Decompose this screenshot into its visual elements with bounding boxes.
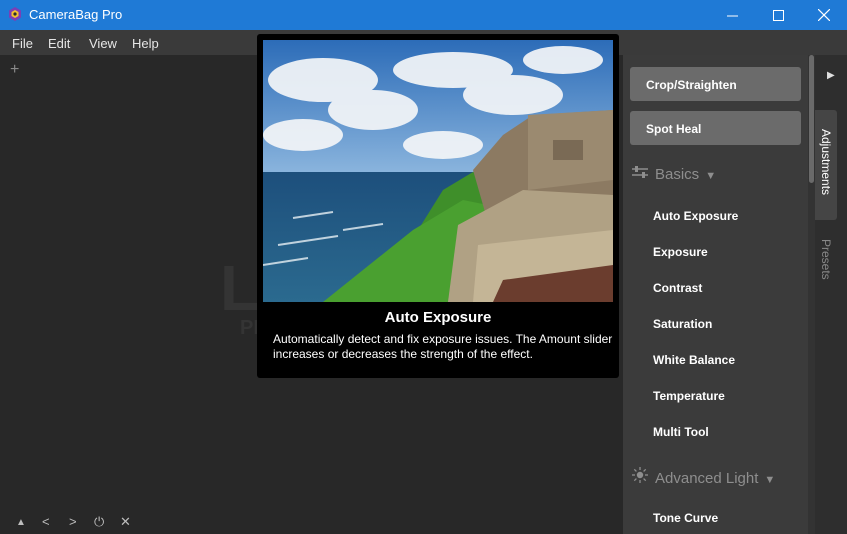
preview-photo xyxy=(263,40,613,302)
chevron-left-icon[interactable]: < xyxy=(42,514,50,529)
scrollbar-thumb[interactable] xyxy=(809,55,814,183)
side-tab-strip: ▶ Adjustments Presets xyxy=(815,55,847,534)
menu-help[interactable]: Help xyxy=(132,36,159,51)
minimize-icon xyxy=(726,15,738,16)
chevron-down-icon: ▼ xyxy=(705,170,717,182)
maximize-icon xyxy=(772,9,784,21)
adjustment-auto-exposure[interactable]: Auto Exposure xyxy=(653,209,738,223)
power-icon[interactable]: ⏻ xyxy=(94,514,104,530)
adjustment-tone-curve[interactable]: Tone Curve xyxy=(653,511,718,525)
tooltip-title: Auto Exposure xyxy=(384,309,492,326)
adjustment-contrast[interactable]: Contrast xyxy=(653,281,702,295)
crop-straighten-button[interactable]: Crop/Straighten xyxy=(630,67,801,101)
adjustment-multi-tool[interactable]: Multi Tool xyxy=(653,425,709,439)
adjustment-saturation[interactable]: Saturation xyxy=(653,317,712,331)
spot-heal-button[interactable]: Spot Heal xyxy=(630,111,801,145)
window-title: CameraBag Pro xyxy=(29,7,123,22)
tab-adjustments-label[interactable]: Adjustments xyxy=(819,129,833,195)
tab-presets-label[interactable]: Presets xyxy=(819,239,833,280)
chevron-down-icon: ▼ xyxy=(764,474,776,486)
adjustment-temperature[interactable]: Temperature xyxy=(653,389,725,403)
sun-icon xyxy=(632,467,648,483)
minimize-button[interactable] xyxy=(709,0,755,30)
advanced-light-section-header[interactable]: Advanced Light ▼ xyxy=(631,467,775,487)
close-window-button[interactable] xyxy=(801,0,847,30)
adjustment-tooltip: Auto Exposure Automatically detect and f… xyxy=(257,34,619,378)
panel-scrollbar[interactable] xyxy=(808,55,815,534)
triangle-up-icon[interactable]: ▲ xyxy=(16,517,26,528)
menu-file[interactable]: File xyxy=(12,36,33,51)
menu-view[interactable]: View xyxy=(89,36,117,51)
close-icon[interactable]: ✕ xyxy=(120,514,131,530)
close-icon xyxy=(818,9,830,21)
menu-edit[interactable]: Edit xyxy=(48,36,70,51)
maximize-button[interactable] xyxy=(755,0,801,30)
basics-section-header[interactable]: Basics ▼ xyxy=(631,165,716,183)
adjustments-panel: Crop/Straighten Spot Heal Basics ▼ Auto E… xyxy=(623,55,808,534)
app-logo-icon xyxy=(9,7,21,21)
title-bar: CameraBag Pro xyxy=(0,0,847,30)
sliders-icon xyxy=(632,166,648,178)
tooltip-description: Automatically detect and fix exposure is… xyxy=(273,332,613,361)
collapse-panel-icon[interactable]: ▶ xyxy=(827,70,835,81)
adjustment-white-balance[interactable]: White Balance xyxy=(653,353,735,367)
adjustment-exposure[interactable]: Exposure xyxy=(653,245,708,259)
basics-label: Basics xyxy=(655,166,700,183)
advanced-light-label: Advanced Light xyxy=(655,470,759,487)
chevron-right-icon[interactable]: > xyxy=(69,514,77,529)
add-icon[interactable]: + xyxy=(10,61,19,79)
